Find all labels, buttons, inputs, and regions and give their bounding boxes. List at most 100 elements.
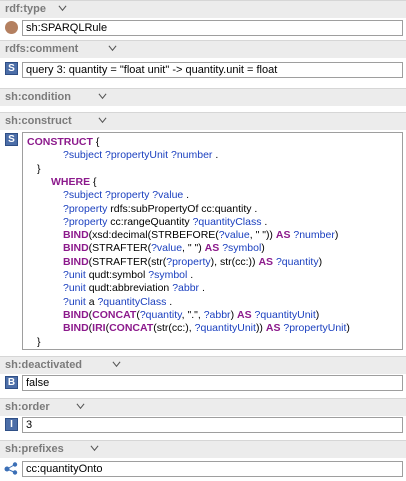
string-type-icon: S [5, 62, 18, 75]
code-token: ?unit [63, 282, 86, 295]
code-token: . [166, 295, 173, 308]
code-token: qudt:abbreviation [85, 282, 173, 295]
code-token: qudt:symbol [85, 269, 149, 281]
code-token: ), str(cc:)) [210, 255, 259, 268]
code-token: ?property [63, 215, 108, 228]
code-token: CONSTRUCT [27, 136, 93, 148]
code-token: , ".", [181, 308, 204, 321]
section-header-sh-condition: sh:condition [0, 88, 406, 106]
code-token: ?property [63, 202, 108, 215]
section-header-sh-deactivated: sh:deactivated [0, 356, 406, 374]
code-token: BIND [63, 308, 89, 321]
code-token: . [261, 215, 268, 228]
class-circle-icon [5, 21, 18, 34]
section-label: sh:construct [5, 115, 72, 127]
code-token: } [37, 162, 41, 175]
section-label: rdfs:comment [5, 43, 79, 55]
code-token: { [92, 136, 100, 148]
code-token: (str(cc:), [153, 322, 195, 335]
code-line: ?property rdfs:subPropertyOf cc:quantity… [63, 203, 257, 215]
code-line: ?subject ?property ?value . [63, 189, 189, 201]
code-line: ?unit qudt:abbreviation ?abbr . [63, 282, 205, 294]
code-token: } [37, 335, 41, 348]
rdfs-comment-field[interactable]: query 3: quantity = "float unit" -> quan… [22, 62, 403, 78]
code-line: WHERE { [51, 176, 97, 188]
chevron-down-icon[interactable] [90, 444, 99, 453]
code-token: , " ")) [249, 229, 276, 242]
code-line: ?unit a ?quantityClass . [63, 296, 172, 308]
section-header-sh-prefixes: sh:prefixes [0, 440, 406, 458]
code-token: . [187, 269, 194, 281]
sh-deactivated-field[interactable]: false [22, 375, 403, 391]
code-token: WHERE [51, 175, 91, 188]
code-token: ?unit [63, 269, 86, 281]
code-line: ?subject ?propertyUnit ?number . [63, 149, 218, 161]
rdf-type-field[interactable]: sh:SPARQLRule [22, 20, 403, 36]
code-token: BIND [63, 322, 89, 335]
code-token: ) [318, 255, 323, 268]
code-line: ?unit qudt:symbol ?symbol . [63, 269, 193, 281]
code-token: AS [275, 229, 291, 242]
code-token: ?number [293, 229, 335, 242]
code-line: BIND(xsd:decimal(STRBEFORE(?value, " "))… [63, 229, 338, 241]
chevron-down-icon[interactable] [112, 360, 121, 369]
rdf-type-value: sh:SPARQLRule [26, 22, 108, 34]
code-token: ?abbr [203, 308, 231, 321]
chevron-down-icon[interactable] [98, 92, 107, 101]
row-rdf-type: sh:SPARQLRule [0, 18, 406, 38]
chevron-down-icon[interactable] [76, 402, 85, 411]
code-token: ?property [166, 255, 211, 268]
section-header-sh-construct: sh:construct [0, 112, 406, 130]
sh-prefixes-field[interactable]: cc:quantityOnto [22, 461, 403, 477]
code-token: BIND [63, 229, 89, 242]
code-line: BIND(CONCAT(?quantity, ".", ?abbr) AS ?q… [63, 309, 319, 321]
boolean-type-icon: B [5, 376, 18, 389]
sparql-construct-editor[interactable]: CONSTRUCT {?subject ?propertyUnit ?numbe… [22, 132, 403, 350]
section-header-rdf-type: rdf:type [0, 0, 406, 18]
code-token: ?quantity [275, 255, 319, 268]
chevron-down-icon[interactable] [58, 4, 67, 13]
code-token: AS [204, 242, 220, 255]
code-token: ?unit [63, 295, 86, 308]
sh-order-field[interactable]: 3 [22, 417, 403, 433]
code-token: IRI [92, 322, 106, 335]
code-token: (xsd:decimal(STRBEFORE( [88, 229, 219, 242]
string-type-icon: S [5, 133, 18, 146]
section-label: rdf:type [5, 3, 46, 15]
row-sh-order: I 3 [0, 416, 406, 436]
code-token: ?quantityClass [192, 215, 262, 228]
code-token: ?propertyUnit [283, 322, 347, 335]
chevron-down-icon[interactable] [108, 44, 117, 53]
code-line: } [37, 336, 41, 348]
code-token: ?value [151, 242, 183, 255]
code-token: . [183, 189, 190, 202]
section-label: sh:deactivated [5, 359, 83, 371]
row-sh-prefixes: cc:quantityOnto [0, 458, 406, 480]
code-token: AS [258, 255, 274, 268]
code-token: . [212, 149, 219, 162]
code-token: a [85, 295, 98, 308]
code-line: BIND(IRI(CONCAT(str(cc:), ?quantityUnit)… [63, 322, 350, 334]
code-line: } [37, 163, 41, 175]
code-token: AS [265, 322, 281, 335]
integer-type-icon: I [5, 418, 18, 431]
code-token: ?symbol [148, 269, 188, 281]
code-token: ?quantityClass [97, 295, 167, 308]
code-token: rdfs:subPropertyOf cc:quantity . [107, 202, 258, 215]
code-token: { [90, 175, 97, 188]
code-token: ?abbr [172, 282, 200, 295]
code-token: ?quantityUnit [194, 322, 256, 335]
code-line: BIND(STRAFTER(str(?property), str(cc:)) … [63, 256, 322, 268]
code-line: BIND(STRAFTER(?value, " ") AS ?symbol) [63, 242, 265, 254]
code-token: ?quantityUnit [254, 308, 316, 321]
chevron-down-icon[interactable] [98, 116, 107, 125]
code-token: AS [236, 308, 252, 321]
code-line: ?property cc:rangeQuantity ?quantityClas… [63, 216, 267, 228]
code-token: (STRAFTER(str( [88, 255, 167, 268]
sh-prefixes-value: cc:quantityOnto [26, 463, 103, 475]
rdfs-comment-value: query 3: quantity = "float unit" -> quan… [26, 64, 278, 76]
row-sh-deactivated: B false [0, 374, 406, 394]
code-token: ) [315, 308, 320, 321]
code-token: cc:rangeQuantity [107, 215, 193, 228]
ontology-graph-icon [4, 462, 18, 475]
